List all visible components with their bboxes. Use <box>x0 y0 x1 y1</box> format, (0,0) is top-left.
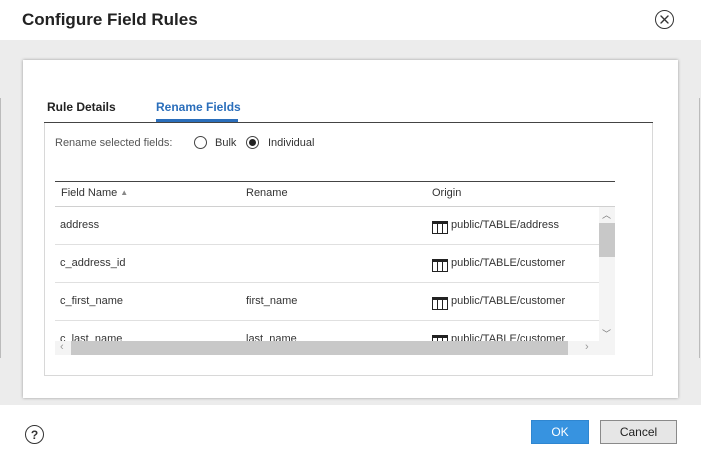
scroll-left-icon[interactable]: ‹ <box>60 341 64 353</box>
individual-radio-label[interactable]: Individual <box>268 137 314 149</box>
configure-field-rules-dialog: Configure Field Rules Rule Details Renam… <box>0 0 701 460</box>
grid-top-border <box>55 181 615 182</box>
origin-cell: public/TABLE/customer <box>451 295 566 307</box>
origin-cell: public/TABLE/customer <box>451 333 566 341</box>
table-row[interactable]: c_first_name first_name public/TABLE/cus… <box>55 283 599 321</box>
table-row[interactable]: address public/TABLE/address <box>55 207 599 245</box>
field-name-cell: c_address_id <box>60 257 126 269</box>
scrollbar-corner <box>599 341 615 355</box>
radio-selected-dot <box>249 139 256 146</box>
scroll-up-icon[interactable]: ︿ <box>602 208 611 221</box>
tab-rule-details[interactable]: Rule Details <box>47 100 116 114</box>
cancel-button[interactable]: Cancel <box>600 420 677 444</box>
divider <box>699 98 700 358</box>
close-icon[interactable] <box>655 10 674 29</box>
divider <box>0 98 1 358</box>
tab-rename-fields[interactable]: Rename Fields <box>156 100 241 114</box>
origin-cell: public/TABLE/address <box>451 219 560 231</box>
scroll-right-icon[interactable]: › <box>585 341 589 353</box>
table-icon <box>432 259 448 272</box>
vertical-scroll-thumb[interactable] <box>599 223 615 257</box>
table-row[interactable]: c_address_id public/TABLE/customer <box>55 245 599 283</box>
column-header-field-name[interactable]: Field Name ▲ <box>61 187 128 199</box>
table-icon <box>432 297 448 310</box>
horizontal-scrollbar[interactable]: ‹ › <box>55 341 599 355</box>
grid-body: address public/TABLE/address c_address_i… <box>55 207 599 341</box>
vertical-scrollbar[interactable]: ︿ ﹀ <box>599 207 615 341</box>
ok-button[interactable]: OK <box>531 420 589 444</box>
dialog-header: Configure Field Rules <box>0 0 701 41</box>
origin-cell: public/TABLE/customer <box>451 257 566 269</box>
rename-cell[interactable]: first_name <box>246 295 297 307</box>
rename-selected-fields-label: Rename selected fields: <box>55 137 173 149</box>
field-name-cell: address <box>60 219 100 231</box>
column-header-rename[interactable]: Rename <box>246 187 288 199</box>
table-row[interactable]: c_last_name last_name public/TABLE/custo… <box>55 321 599 341</box>
individual-radio[interactable] <box>246 136 259 149</box>
sort-ascending-icon: ▲ <box>120 188 129 197</box>
help-icon[interactable]: ? <box>25 425 44 444</box>
rename-cell[interactable]: last_name <box>246 333 297 341</box>
horizontal-scroll-thumb[interactable] <box>71 341 568 355</box>
column-header-label: Field Name <box>61 187 118 199</box>
field-name-cell: c_first_name <box>60 295 123 307</box>
bulk-radio[interactable] <box>194 136 207 149</box>
column-header-origin[interactable]: Origin <box>432 187 461 199</box>
bulk-radio-label[interactable]: Bulk <box>215 137 236 149</box>
field-name-cell: c_last_name <box>60 333 123 341</box>
table-icon <box>432 221 448 234</box>
dialog-title: Configure Field Rules <box>22 10 198 29</box>
scroll-down-icon[interactable]: ﹀ <box>602 327 611 340</box>
